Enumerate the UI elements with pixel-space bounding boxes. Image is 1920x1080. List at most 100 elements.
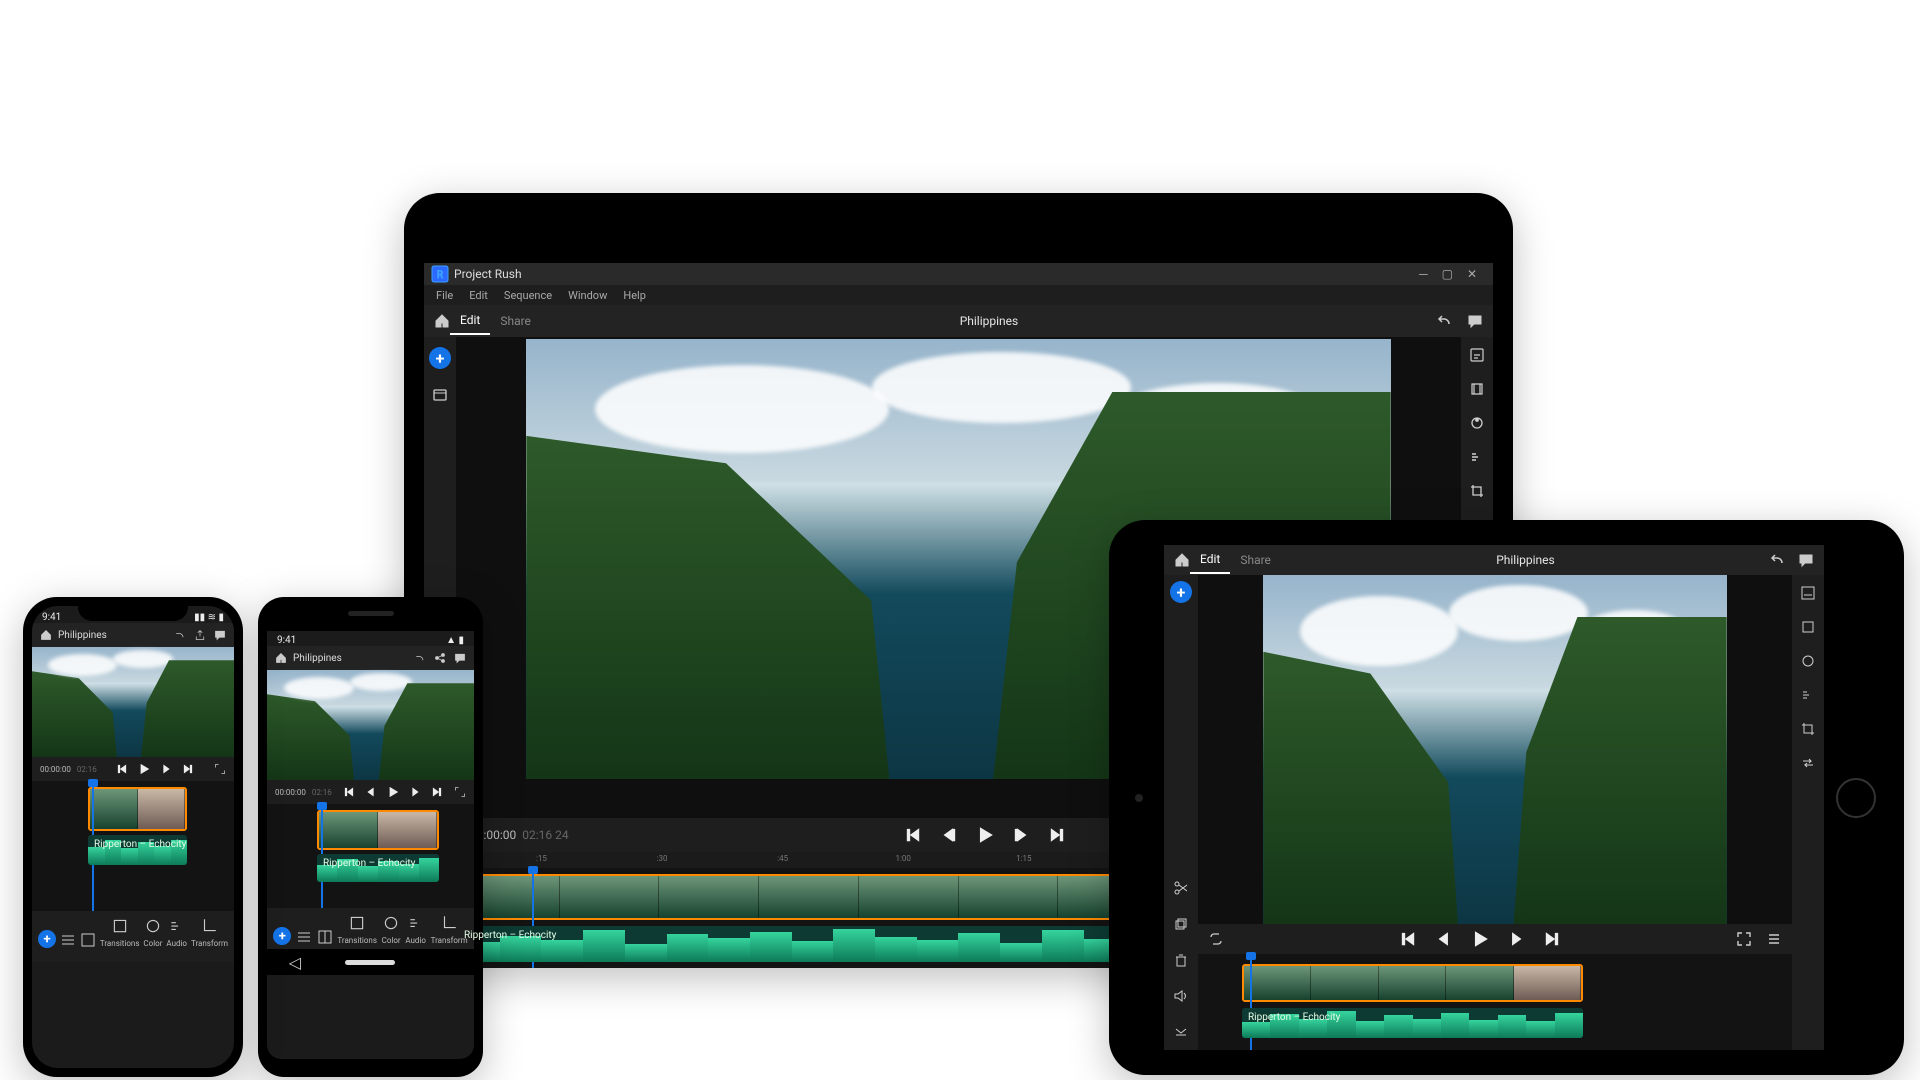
play-icon[interactable]	[976, 826, 994, 844]
menu-sequence[interactable]: Sequence	[496, 289, 560, 302]
menu-file[interactable]: File	[428, 289, 461, 302]
tool-color[interactable]: Color	[382, 914, 401, 945]
prev-clip-icon[interactable]	[343, 786, 355, 798]
comment-icon[interactable]	[454, 652, 466, 664]
menu-icon[interactable]	[1766, 931, 1782, 947]
duplicate-icon[interactable]	[1173, 916, 1189, 932]
step-back-icon[interactable]	[940, 826, 958, 844]
nav-home-pill[interactable]	[345, 960, 395, 965]
step-fwd-icon[interactable]	[1012, 826, 1030, 844]
media-browser-icon[interactable]	[432, 387, 448, 403]
delete-icon[interactable]	[1173, 952, 1189, 968]
crop-icon[interactable]	[1800, 721, 1816, 737]
titles-icon[interactable]	[1469, 347, 1485, 363]
step-fwd-icon[interactable]	[409, 786, 421, 798]
tool-audio[interactable]: Audio	[166, 917, 187, 948]
comment-icon[interactable]	[1798, 552, 1814, 568]
undo-icon[interactable]	[1437, 313, 1453, 329]
android-status-bar: 9:41 ▲ ▮	[267, 631, 474, 646]
color-icon[interactable]	[1800, 653, 1816, 669]
scissors-icon[interactable]	[1173, 880, 1189, 896]
add-button[interactable]: +	[273, 927, 291, 945]
undo-icon[interactable]	[174, 629, 186, 641]
next-clip-icon[interactable]	[1048, 826, 1066, 844]
prev-clip-icon[interactable]	[116, 763, 128, 775]
minimize-icon[interactable]: ─	[1419, 267, 1428, 281]
tablet-timeline[interactable]: Ripperton – Echocity	[1198, 954, 1792, 1050]
home-icon[interactable]	[1174, 552, 1190, 568]
layout-icon[interactable]	[317, 929, 333, 945]
maximize-icon[interactable]: ▢	[1442, 267, 1453, 281]
transform-icon[interactable]	[1800, 619, 1816, 635]
play-icon[interactable]	[1471, 930, 1489, 948]
step-back-icon[interactable]	[365, 786, 377, 798]
share-icon[interactable]	[434, 652, 446, 664]
fullscreen-icon[interactable]	[214, 763, 226, 775]
play-icon[interactable]	[387, 786, 399, 798]
home-icon[interactable]	[275, 652, 287, 664]
undo-icon[interactable]	[1770, 552, 1786, 568]
fullscreen-icon[interactable]	[454, 786, 466, 798]
add-button[interactable]: +	[38, 930, 56, 948]
tablet-home-button[interactable]	[1836, 778, 1876, 818]
tool-audio[interactable]: Audio	[405, 914, 426, 945]
add-button[interactable]: +	[1170, 581, 1192, 603]
tool-transform[interactable]: Transform	[191, 917, 228, 948]
tracks-icon[interactable]	[60, 932, 76, 948]
audio-track[interactable]: Ripperton – Echocity	[317, 854, 439, 882]
iphone-timeline[interactable]: Ripperton – Echocity	[32, 781, 234, 911]
comment-icon[interactable]	[214, 629, 226, 641]
video-track[interactable]	[88, 787, 187, 831]
step-fwd-icon[interactable]	[160, 763, 172, 775]
tool-transform[interactable]: Transform	[431, 914, 468, 945]
audio-icon[interactable]	[1800, 687, 1816, 703]
tool-transitions[interactable]: Transitions	[100, 917, 140, 948]
video-track[interactable]	[1242, 964, 1583, 1002]
step-fwd-icon[interactable]	[1507, 930, 1525, 948]
nav-back-icon[interactable]: ◁	[289, 953, 301, 972]
video-track[interactable]	[317, 810, 439, 850]
menu-window[interactable]: Window	[560, 289, 615, 302]
play-icon[interactable]	[138, 763, 150, 775]
video-preview[interactable]	[1263, 575, 1726, 924]
expand-tracks-icon[interactable]	[1173, 1024, 1189, 1040]
layout-icon[interactable]	[80, 932, 96, 948]
home-icon[interactable]	[434, 313, 450, 329]
volume-icon[interactable]	[1173, 988, 1189, 1004]
prev-clip-icon[interactable]	[1399, 930, 1417, 948]
status-icons: ▲ ▮	[446, 635, 464, 646]
transform-icon[interactable]	[1469, 381, 1485, 397]
tab-share[interactable]: Share	[1230, 547, 1281, 573]
menu-edit[interactable]: Edit	[461, 289, 496, 302]
loop-icon[interactable]	[1208, 931, 1224, 947]
home-icon[interactable]	[40, 629, 52, 641]
tool-transitions[interactable]: Transitions	[337, 914, 377, 945]
audio-panel-icon[interactable]	[1469, 449, 1485, 465]
tab-edit[interactable]: Edit	[450, 307, 490, 335]
fullscreen-icon[interactable]	[1736, 931, 1752, 947]
audio-track[interactable]: Ripperton – Echocity	[1242, 1008, 1583, 1038]
undo-icon[interactable]	[414, 652, 426, 664]
add-button[interactable]: +	[429, 347, 451, 369]
tool-color[interactable]: Color	[143, 917, 162, 948]
iphone-preview[interactable]	[32, 647, 234, 757]
next-clip-icon[interactable]	[182, 763, 194, 775]
step-back-icon[interactable]	[1435, 930, 1453, 948]
crop-icon[interactable]	[1469, 483, 1485, 499]
android-preview[interactable]	[267, 670, 474, 780]
next-clip-icon[interactable]	[1543, 930, 1561, 948]
tracks-icon[interactable]	[296, 929, 312, 945]
tab-edit[interactable]: Edit	[1190, 546, 1230, 574]
next-clip-icon[interactable]	[431, 786, 443, 798]
menu-help[interactable]: Help	[615, 289, 654, 302]
swap-icon[interactable]	[1800, 755, 1816, 771]
close-icon[interactable]: ✕	[1467, 267, 1477, 281]
export-icon[interactable]	[194, 629, 206, 641]
audio-track[interactable]: Ripperton – Echocity	[88, 835, 187, 865]
prev-clip-icon[interactable]	[904, 826, 922, 844]
tab-share[interactable]: Share	[490, 308, 541, 334]
android-timeline[interactable]: Ripperton – Echocity	[267, 804, 474, 908]
comment-icon[interactable]	[1467, 313, 1483, 329]
titles-icon[interactable]	[1800, 585, 1816, 601]
color-icon[interactable]	[1469, 415, 1485, 431]
